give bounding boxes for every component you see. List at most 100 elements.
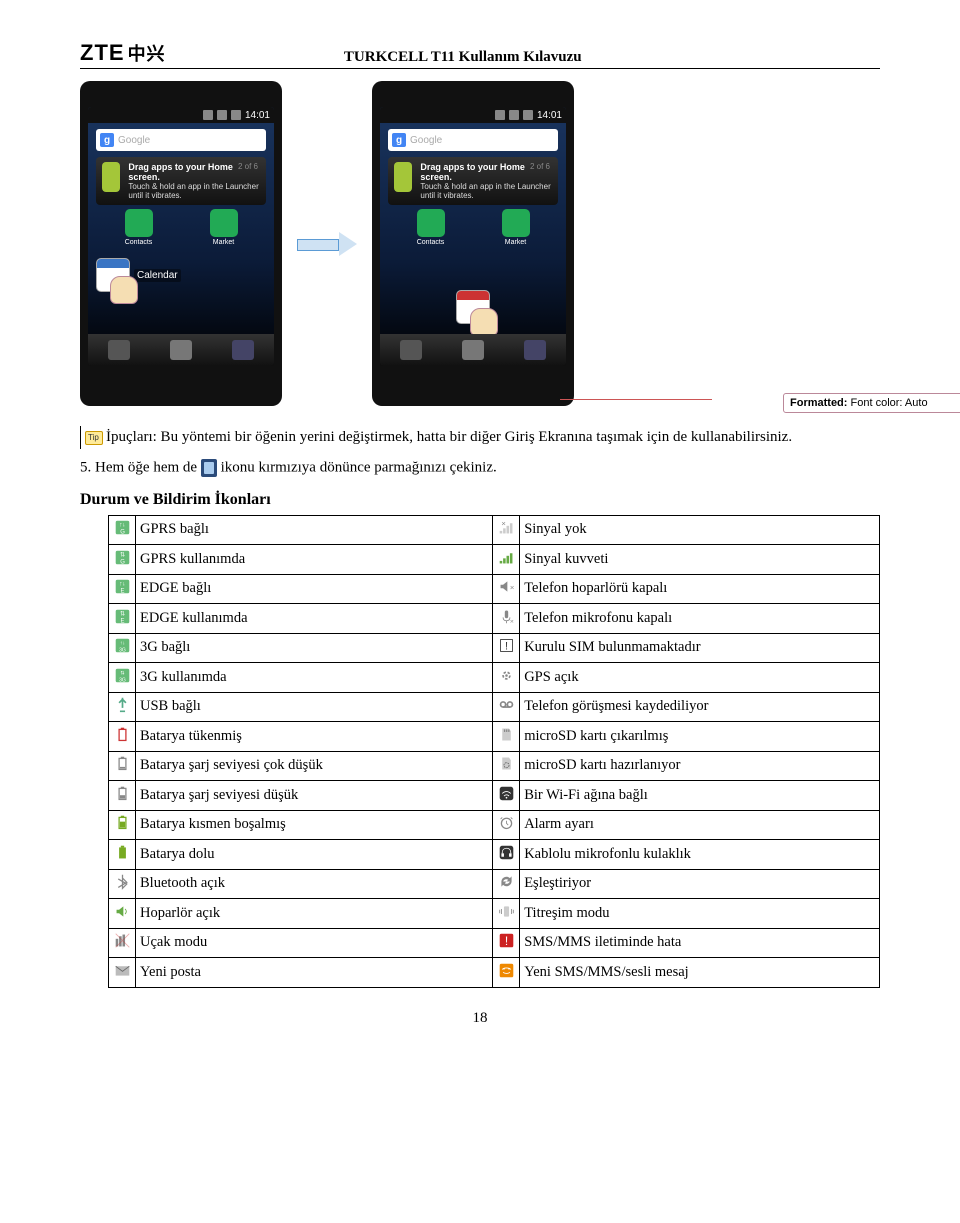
table-row: Bluetooth açıkEşleştiriyor xyxy=(109,869,880,899)
headset-icon xyxy=(497,843,515,861)
dock-phone-icon[interactable] xyxy=(108,340,130,360)
icon-desc-left: Batarya kısmen boşalmış xyxy=(136,810,493,840)
dock-apps-icon[interactable] xyxy=(170,340,192,360)
batt-vlow-icon xyxy=(113,755,131,773)
table-row: Batarya kısmen boşalmış Alarm ayarı xyxy=(109,810,880,840)
svg-text:↑↓: ↑↓ xyxy=(119,641,124,647)
icon-desc-left: Batarya şarj seviyesi düşük xyxy=(136,781,493,811)
tipcard-count: 2 of 6 xyxy=(238,162,258,171)
app-contacts[interactable]: Contacts xyxy=(416,209,446,246)
svg-text:⇅: ⇅ xyxy=(120,552,125,558)
screenshot-row: 14:01 gGoogle Drag apps to your Home scr… xyxy=(80,81,880,406)
step5-prefix: 5. Hem öğe hem de xyxy=(80,459,201,475)
google-search-bar[interactable]: gGoogle xyxy=(388,129,558,151)
dock-trash-icon[interactable] xyxy=(232,340,254,360)
sms-new-icon xyxy=(497,961,515,979)
app-market[interactable]: Market xyxy=(501,209,531,246)
status-bar: 14:01 xyxy=(88,107,274,123)
calendar-label: Calendar xyxy=(134,269,181,282)
icon-desc-right: Alarm ayarı xyxy=(520,810,880,840)
icon-desc-right: Sinyal kuvveti xyxy=(520,545,880,575)
edge-up-icon: ↑↓E xyxy=(113,578,131,596)
status-icons-table: ↑↓GGPRS bağlı×Sinyal yok⇅GGPRS kullanımd… xyxy=(108,515,880,988)
airplane-icon xyxy=(113,932,131,950)
sd-out-icon xyxy=(497,725,515,743)
icon-desc-right: Telefon hoparlörü kapalı xyxy=(520,574,880,604)
app-shelf: Contacts Market xyxy=(96,209,266,246)
svg-text:⇅: ⇅ xyxy=(120,670,124,676)
svg-text:E: E xyxy=(120,618,124,624)
icon-desc-right: microSD kartı çıkarılmış xyxy=(520,722,880,752)
icon-desc-right: Telefon mikrofonu kapalı xyxy=(520,604,880,634)
app-contacts[interactable]: Contacts xyxy=(124,209,154,246)
step5-suffix: ikonu kırmızıya dönünce parmağınızı çeki… xyxy=(221,459,497,475)
vibrate-icon xyxy=(497,902,515,920)
nav-dock xyxy=(380,334,566,366)
tip-text: İpuçları: Bu yöntemi bir öğenin yerini d… xyxy=(106,429,792,445)
brand-logo: ZTE中兴 xyxy=(80,40,166,66)
table-row: Uçak modu!SMS/MMS iletiminde hata xyxy=(109,928,880,958)
table-row: ↑↓GGPRS bağlı×Sinyal yok xyxy=(109,515,880,545)
svg-text:×: × xyxy=(510,618,514,625)
icon-desc-left: Batarya şarj seviyesi çok düşük xyxy=(136,751,493,781)
dock-phone-icon[interactable] xyxy=(400,340,422,360)
table-row: USB bağlı Telefon görüşmesi kaydediliyor xyxy=(109,692,880,722)
logo-sub: 中兴 xyxy=(128,40,166,66)
comment-text: Font color: Auto xyxy=(851,397,928,409)
svg-text:3G: 3G xyxy=(119,647,126,653)
step-5: 5. Hem öğe hem de ikonu kırmızıya dönünc… xyxy=(80,459,880,477)
icon-desc-right: Yeni SMS/MMS/sesli mesaj xyxy=(520,958,880,988)
icon-desc-right: Kablolu mikrofonlu kulaklık xyxy=(520,840,880,870)
search-placeholder: Google xyxy=(118,135,150,146)
wifi-icon xyxy=(497,784,515,802)
table-row: Batarya şarj seviyesi çok düşükmicroSD k… xyxy=(109,751,880,781)
tip-icon xyxy=(85,431,103,445)
icon-desc-right: Sinyal yok xyxy=(520,515,880,545)
usb-icon xyxy=(113,696,131,714)
svg-text:G: G xyxy=(120,559,125,565)
phone-mockup-left: 14:01 gGoogle Drag apps to your Home scr… xyxy=(80,81,282,406)
icon-desc-left: 3G bağlı xyxy=(136,633,493,663)
gps-icon xyxy=(497,666,515,684)
icon-desc-right: Telefon görüşmesi kaydediliyor xyxy=(520,692,880,722)
table-row: Yeni postaYeni SMS/MMS/sesli mesaj xyxy=(109,958,880,988)
icon-desc-left: USB bağlı xyxy=(136,692,493,722)
table-row: Batarya tükenmiş microSD kartı çıkarılmış xyxy=(109,722,880,752)
edge-both-icon: ⇅E xyxy=(113,607,131,625)
3g-up-icon: ↑↓3G xyxy=(113,637,131,655)
icon-desc-left: Batarya tükenmiş xyxy=(136,722,493,752)
svg-text:↑↓: ↑↓ xyxy=(119,582,125,588)
table-row: ↑↓EEDGE bağlı×Telefon hoparlörü kapalı xyxy=(109,574,880,604)
page-title: TURKCELL T11 Kullanım Kılavuzu xyxy=(166,49,760,66)
dock-apps-icon[interactable] xyxy=(462,340,484,360)
icon-desc-right: Titreşim modu xyxy=(520,899,880,929)
icon-desc-left: Uçak modu xyxy=(136,928,493,958)
comment-label: Formatted: xyxy=(790,397,847,409)
tip-card: Drag apps to your Home screen. Touch & h… xyxy=(96,157,266,205)
mail-icon xyxy=(113,961,131,979)
icon-desc-left: Batarya dolu xyxy=(136,840,493,870)
svg-text:×: × xyxy=(501,519,505,528)
icon-desc-right: Eşleştiriyor xyxy=(520,869,880,899)
dock-trash-icon[interactable] xyxy=(524,340,546,360)
hand-cursor-icon xyxy=(110,276,138,304)
svg-text:!: ! xyxy=(505,934,508,948)
app-market[interactable]: Market xyxy=(209,209,239,246)
speaker-off-icon: × xyxy=(497,578,515,596)
hand-cursor-icon xyxy=(470,308,498,336)
tip-card: Drag apps to your Home screen. Touch & h… xyxy=(388,157,558,205)
sd-prep-icon xyxy=(497,755,515,773)
google-search-bar[interactable]: gGoogle xyxy=(96,129,266,151)
svg-text:E: E xyxy=(120,588,124,594)
table-row: Batarya şarj seviyesi düşükBir Wi-Fi ağı… xyxy=(109,781,880,811)
mic-off-icon: × xyxy=(497,607,515,625)
status-bar: 14:01 xyxy=(380,107,566,123)
icon-desc-left: EDGE kullanımda xyxy=(136,604,493,634)
android-icon xyxy=(394,162,412,192)
batt-empty-icon xyxy=(113,725,131,743)
icon-desc-right: GPS açık xyxy=(520,663,880,693)
app-shelf: Contacts Market xyxy=(388,209,558,246)
document-header: ZTE中兴 TURKCELL T11 Kullanım Kılavuzu xyxy=(80,40,880,69)
phone-mockup-right: 14:01 gGoogle Drag apps to your Home scr… xyxy=(372,81,574,406)
page-number: 18 xyxy=(80,1010,880,1027)
